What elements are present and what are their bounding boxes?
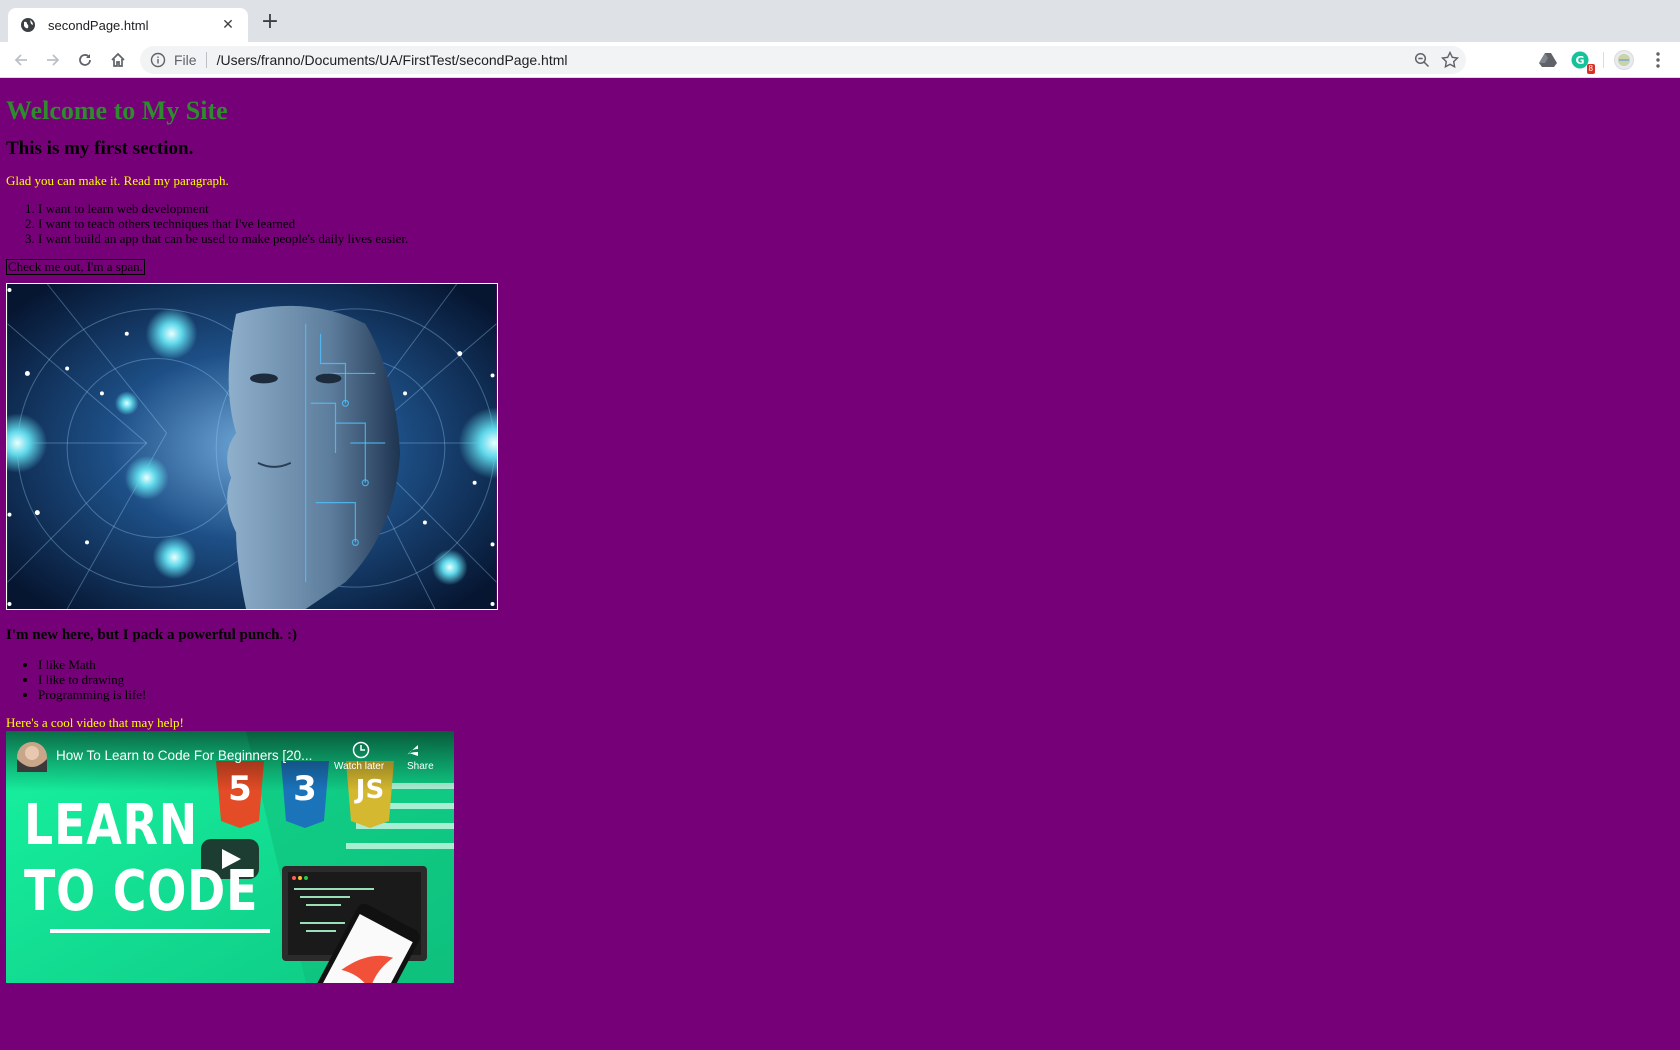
video-intro: Here's a cool video that may help! [6, 715, 184, 730]
forward-arrow-icon[interactable] [42, 49, 64, 71]
toolbar-divider [1603, 52, 1604, 68]
css3-badge: 3 [293, 769, 317, 809]
list-item: I want to teach others techniques that I… [38, 216, 1666, 231]
profile-avatar[interactable] [1614, 50, 1634, 70]
zoom-out-icon[interactable] [1414, 52, 1430, 68]
globe-icon [20, 17, 36, 33]
list-item: Programming is life! [38, 687, 1666, 702]
list-item: I like to drawing [38, 672, 1666, 687]
plus-icon[interactable]: + [258, 10, 282, 34]
page-content: Welcome to My Site This is my first sect… [6, 80, 1666, 983]
list-item: I want build an app that can be used to … [38, 231, 1666, 246]
drive-icon[interactable] [1538, 50, 1558, 70]
svg-text:G: G [1575, 54, 1584, 67]
thumbnail-line-2: TO CODE [24, 859, 259, 924]
intro-paragraph: Glad you can make it. Read my paragraph. [6, 173, 229, 188]
thumbnail-headline: LEARN TO CODE [24, 793, 258, 925]
kebab-menu-icon[interactable] [1648, 50, 1668, 70]
url-text[interactable]: /Users/franno/Documents/UA/FirstTest/sec… [217, 52, 568, 68]
close-icon[interactable]: ✕ [220, 17, 236, 33]
unordered-list: I like Math I like to drawing Programmin… [6, 657, 1666, 702]
subheading: I'm new here, but I pack a powerful punc… [6, 627, 297, 643]
list-item: I want to learn web development [38, 201, 1666, 216]
js-badge: JS [355, 775, 385, 805]
tab-title: secondPage.html [48, 17, 149, 33]
ordered-list: I want to learn web development I want t… [6, 201, 1666, 246]
back-arrow-icon[interactable] [10, 49, 32, 71]
browser-tab[interactable]: secondPage.html ✕ [8, 8, 248, 42]
video-title[interactable]: How To Learn to Code For Beginners [20..… [56, 748, 316, 763]
watch-later-button[interactable]: Watch later [334, 761, 384, 772]
star-icon[interactable] [1440, 50, 1460, 70]
section-heading: This is my first section. [6, 138, 194, 159]
youtube-embed[interactable]: LEARN TO CODE 5 3 JS How To Learn to Cod… [6, 731, 454, 983]
html5-badge: 5 [228, 769, 252, 809]
extension-badge: 8 [1586, 64, 1595, 74]
reload-icon[interactable] [74, 49, 96, 71]
share-button[interactable]: Share [407, 761, 434, 772]
info-icon[interactable] [150, 52, 166, 68]
scheme-label: File [174, 52, 207, 68]
ai-face-image [6, 283, 498, 610]
tab-strip: secondPage.html ✕ + [0, 0, 1680, 42]
home-icon[interactable] [107, 49, 129, 71]
browser-toolbar: File /Users/franno/Documents/UA/FirstTes… [0, 42, 1680, 78]
address-bar[interactable]: File /Users/franno/Documents/UA/FirstTes… [140, 46, 1466, 74]
page-title: Welcome to My Site [6, 96, 228, 125]
grammarly-icon[interactable]: G 8 [1570, 50, 1595, 74]
bordered-span: Check me out, I'm a span. [6, 259, 145, 275]
list-item: I like Math [38, 657, 1666, 672]
